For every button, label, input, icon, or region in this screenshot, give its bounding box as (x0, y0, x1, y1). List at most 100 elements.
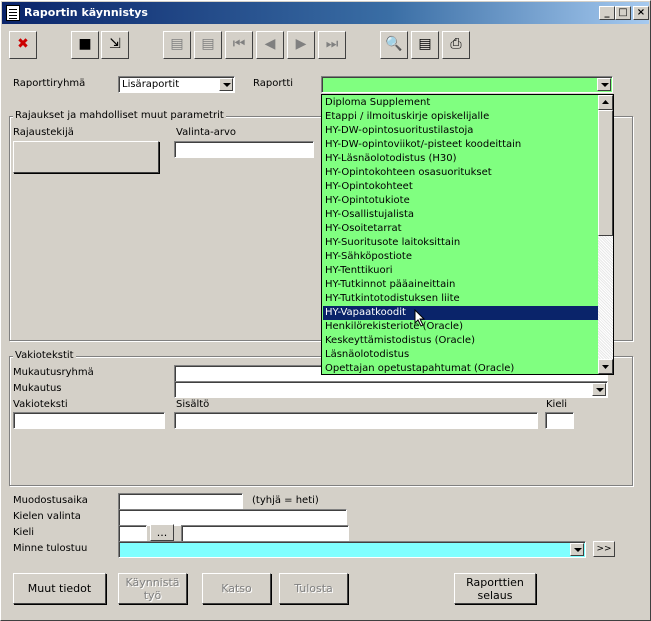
vakiotekstit-title: Vakiotekstit (13, 350, 76, 362)
export-icon: ⇲ (109, 36, 121, 52)
muodostusaika-label: Muodostusaika (13, 495, 88, 506)
dropdown-scrollbar[interactable] (598, 95, 613, 374)
save-icon: ■ (78, 36, 92, 52)
dropdown-option[interactable]: HY-Osallistujalista (323, 208, 599, 222)
arrow-down-icon (602, 365, 609, 369)
kieli-browse-button[interactable]: ... (150, 524, 174, 541)
kieli2-input[interactable] (118, 525, 147, 542)
raportti-dropdown-list[interactable]: Diploma Supplement Etappi / ilmoituskirje… (321, 94, 614, 375)
valinta-arvo-label: Valinta-arvo (176, 127, 237, 138)
last-record-button[interactable]: ⏭ (318, 31, 346, 59)
dropdown-option[interactable]: HY-Läsnäolotodistus (H30) (323, 152, 599, 166)
muodostusaika-input[interactable] (118, 493, 243, 510)
delete-record-button[interactable]: ▤ (194, 31, 222, 59)
dropdown-option[interactable]: Henkilörekisteriote (Oracle) (323, 320, 599, 334)
vakioteksti-input[interactable] (13, 412, 165, 429)
search-button[interactable]: 🔍 (380, 31, 408, 59)
search-icon: 🔍 (385, 36, 403, 52)
maximize-button[interactable]: □ (615, 6, 631, 20)
kaynnista-tyo-button[interactable]: Käynnistä työ (118, 573, 187, 604)
raporttien-line-2: selaus (477, 588, 513, 602)
next-record-button[interactable]: ▶ (287, 31, 315, 59)
dropdown-option[interactable]: HY-Opintotukiote (323, 194, 599, 208)
dropdown-option[interactable]: HY-Tutkintotodistuksen liite (323, 292, 599, 306)
muodostusaika-hint: (tyhjä = heti) (252, 495, 319, 506)
dropdown-option[interactable]: HY-Suoritusote laitoksittain (323, 236, 599, 250)
raporttiryhma-value: Lisäraportit (122, 79, 180, 90)
katso-button[interactable]: Katso (202, 573, 271, 604)
save-button[interactable]: ■ (71, 31, 99, 59)
close-x-button[interactable]: ✖ (9, 31, 37, 59)
minne-more-button[interactable]: >> (593, 541, 615, 557)
app-icon (6, 5, 20, 21)
raportti-label: Raportti (253, 78, 294, 89)
raporttien-selaus-button[interactable]: Raporttien selaus (454, 573, 536, 604)
printer-icon: ⎙ (450, 36, 462, 52)
kaynnista-line-2: työ (143, 588, 162, 602)
minimize-button[interactable]: _ (599, 6, 615, 20)
dropdown-option[interactable]: Keskeyttämistodistus (Oracle) (323, 334, 599, 348)
kieli2-label: Kieli (13, 527, 35, 538)
scroll-thumb[interactable] (598, 110, 613, 236)
export-button[interactable]: ⇲ (101, 31, 129, 59)
dropdown-option[interactable]: HY-Tenttikuori (323, 264, 599, 278)
minne-tulostuu-label: Minne tulostuu (13, 543, 88, 554)
document-icon: ▤ (418, 36, 432, 52)
dropdown-option[interactable]: HY-Opintokohteet (323, 180, 599, 194)
printer-button[interactable]: ⎙ (442, 31, 470, 59)
dropdown-option[interactable]: HY-Vapaatkoodit (323, 306, 599, 320)
dropdown-option[interactable]: HY-Opintokohteen osasuoritukset (323, 166, 599, 180)
dropdown-option[interactable]: HY-DW-opintoviikot/-pisteet koodeittain (323, 138, 599, 152)
previous-record-icon: ◀ (264, 36, 276, 52)
dropdown-option[interactable]: HY-Sähköpostiote (323, 250, 599, 264)
dropdown-option[interactable]: HY-Osoitetarrat (323, 222, 599, 236)
raporttiryhma-combo[interactable]: Lisäraportit (118, 76, 235, 93)
close-x-icon: ✖ (17, 36, 29, 52)
title-bar[interactable]: Raportin käynnistys _ □ × (2, 2, 649, 24)
scroll-up-button[interactable] (598, 95, 613, 110)
chevron-down-icon[interactable] (597, 78, 611, 91)
window-title: Raportin käynnistys (24, 6, 148, 19)
rajaukset-title: Rajaukset ja mahdolliset muut parametrit (13, 110, 226, 122)
chevron-down-icon[interactable] (592, 383, 606, 396)
mukautusryhma-label: Mukautusryhmä (13, 367, 94, 378)
dropdown-option[interactable]: HY-DW-opintosuoritustilastoja (323, 124, 599, 138)
kielen-valinta-label: Kielen valinta (13, 511, 81, 522)
dropdown-option[interactable]: Läsnäolotodistus (323, 348, 599, 362)
mouse-cursor-icon (414, 309, 426, 327)
dropdown-option[interactable]: Etappi / ilmoituskirje opiskelijalle (323, 110, 599, 124)
new-record-button[interactable]: ▤ (163, 31, 191, 59)
rajaustekija-button[interactable] (13, 141, 159, 173)
mukautus-label: Mukautus (13, 383, 62, 394)
previous-record-button[interactable]: ◀ (256, 31, 284, 59)
raporttien-line-1: Raporttien (466, 575, 524, 589)
last-record-icon: ⏭ (325, 36, 339, 52)
dropdown-option[interactable]: Diploma Supplement (323, 96, 599, 110)
delete-record-icon: ▤ (201, 36, 215, 52)
scroll-down-button[interactable] (598, 359, 613, 374)
muut-tiedot-button[interactable]: Muut tiedot (13, 573, 106, 604)
tulosta-button[interactable]: Tulosta (279, 573, 348, 604)
kieli-input[interactable] (545, 412, 574, 429)
sisalto-label: Sisältö (176, 399, 210, 410)
dropdown-option[interactable]: Opettajan opetustapahtumat (Oracle) (323, 362, 599, 374)
chevron-down-icon[interactable] (570, 543, 584, 556)
sisalto-input[interactable] (174, 412, 538, 429)
minne-tulostuu-combo[interactable] (118, 541, 586, 558)
next-record-icon: ▶ (295, 36, 307, 52)
first-record-button[interactable]: ⏮ (225, 31, 253, 59)
mukautus-combo[interactable] (174, 381, 608, 398)
rajaustekija-label: Rajaustekijä (13, 127, 74, 138)
arrow-up-icon (602, 100, 609, 104)
chevron-down-icon[interactable] (219, 78, 233, 91)
vakioteksti-label: Vakioteksti (13, 399, 68, 410)
document-button[interactable]: ▤ (411, 31, 439, 59)
raportti-combo[interactable] (321, 76, 613, 93)
kieli-name-input[interactable] (181, 525, 349, 542)
dropdown-option[interactable]: HY-Tutkinnot pääaineittain (323, 278, 599, 292)
new-record-icon: ▤ (170, 36, 184, 52)
raporttiryhma-label: Raporttiryhmä (13, 78, 86, 89)
first-record-icon: ⏮ (232, 36, 246, 52)
close-window-button[interactable]: × (633, 6, 649, 20)
valinta-arvo-input[interactable] (174, 141, 314, 158)
